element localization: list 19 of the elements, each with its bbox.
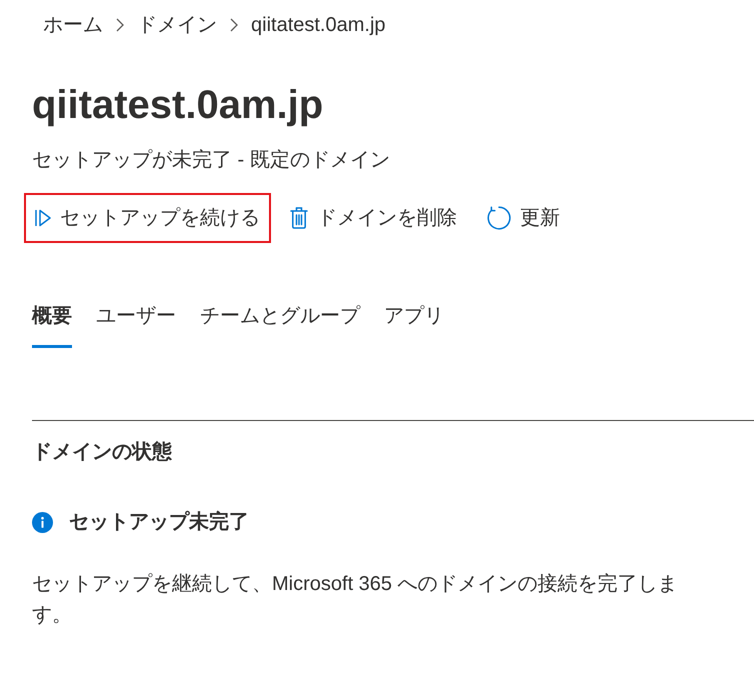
breadcrumb-link[interactable]: ホーム bbox=[43, 11, 103, 39]
breadcrumb-link[interactable]: ドメイン bbox=[137, 11, 217, 39]
tab[interactable]: ユーザー bbox=[96, 302, 176, 348]
breadcrumb-current: qiitatest.0am.jp bbox=[251, 13, 386, 38]
status-title: セットアップ未完了 bbox=[69, 510, 249, 535]
tab[interactable]: チームとグループ bbox=[200, 302, 360, 348]
tab[interactable]: アプリ bbox=[384, 302, 444, 348]
chevron-right-icon bbox=[116, 18, 124, 32]
section-heading: ドメインの状態 bbox=[32, 440, 173, 465]
page-title: qiitatest.0am.jp bbox=[32, 82, 324, 129]
info-icon bbox=[32, 512, 53, 532]
tab[interactable]: 概要 bbox=[32, 302, 72, 348]
continue-setup-button[interactable]: セットアップを続ける bbox=[24, 193, 271, 243]
page-subtitle: セットアップが未完了 - 既定のドメイン bbox=[32, 148, 391, 173]
refresh-icon bbox=[487, 206, 511, 230]
trash-icon bbox=[290, 207, 308, 229]
chevron-right-icon bbox=[230, 18, 238, 32]
status-description: セットアップを継続して、Microsoft 365 へのドメインの接続を完了します。 bbox=[32, 572, 679, 628]
play-icon bbox=[35, 209, 51, 227]
